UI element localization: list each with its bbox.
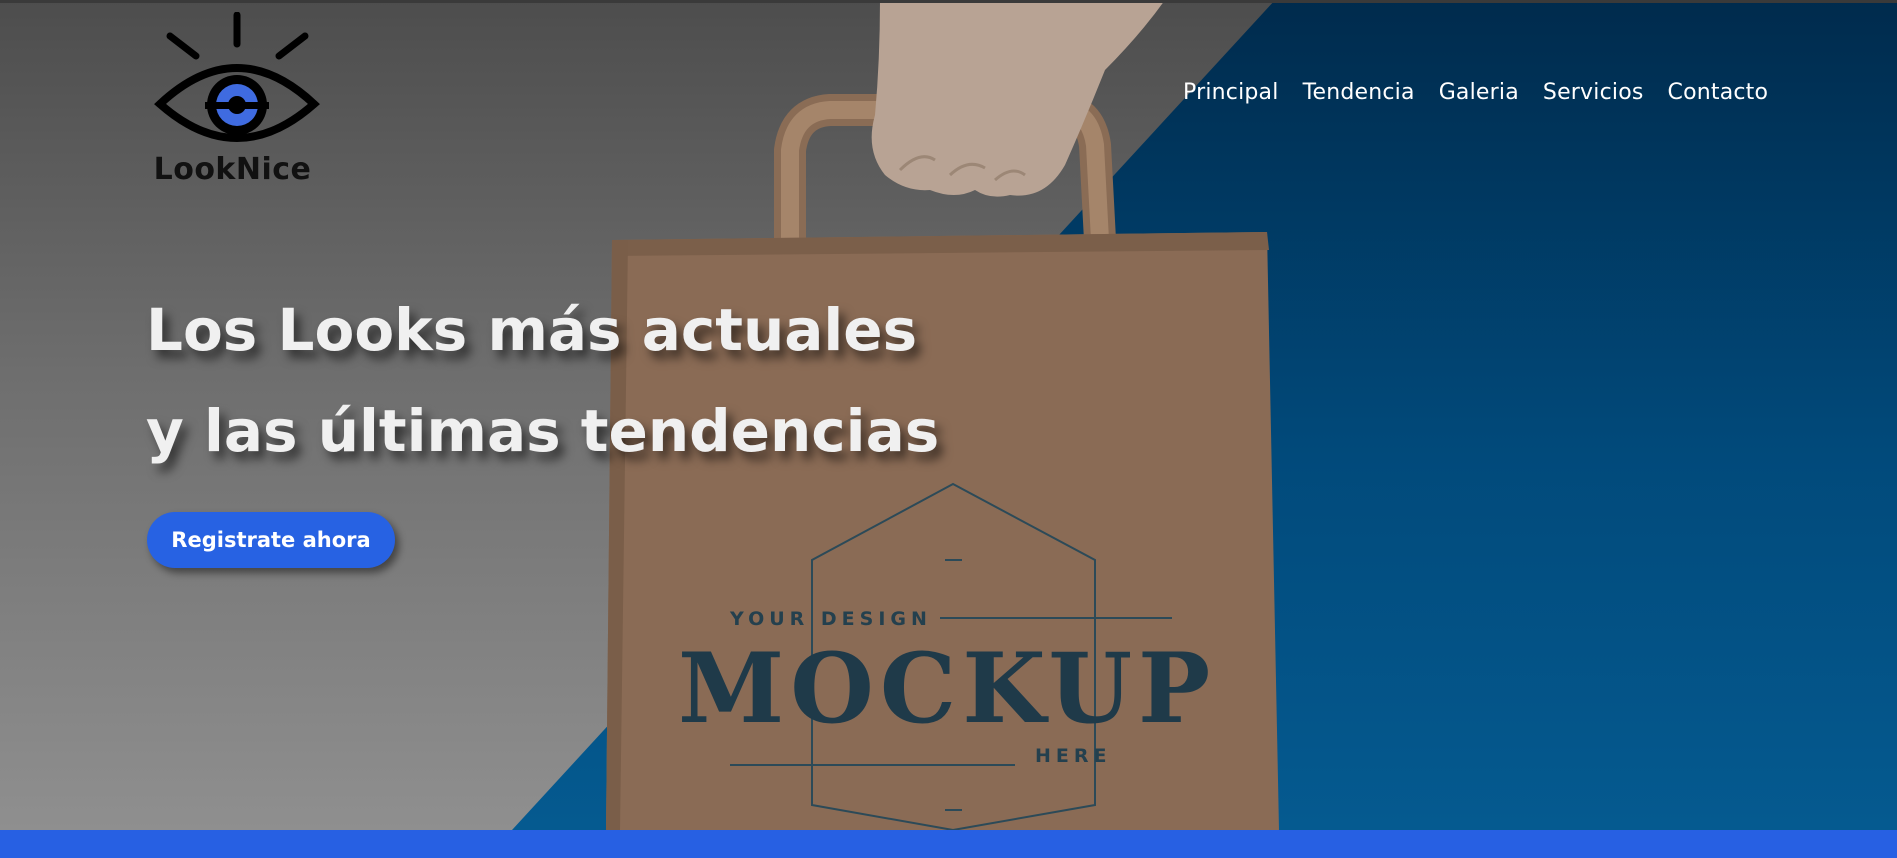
brand-name: LookNice <box>153 152 312 187</box>
hero-headline-line-1: Los Looks más actuales <box>146 296 918 364</box>
nav-item-contacto[interactable]: Contacto <box>1668 80 1769 105</box>
hero-headline: Los Looks más actuales y las últimas ten… <box>146 280 939 482</box>
bottom-bar <box>0 830 1897 858</box>
register-button[interactable]: Registrate ahora <box>147 512 395 568</box>
bag-text-main: MOCKUP <box>678 632 1216 745</box>
bag-text-bottom: HERE <box>1035 745 1112 767</box>
brand-logo[interactable]: LookNice <box>150 11 330 192</box>
hero-section: YOUR DESIGN MOCKUP HERE LookNice Princip… <box>0 0 1897 830</box>
top-border <box>0 0 1897 3</box>
nav-item-principal[interactable]: Principal <box>1183 80 1279 105</box>
nav-item-servicios[interactable]: Servicios <box>1543 80 1644 105</box>
eye-icon <box>154 11 320 142</box>
main-nav: Principal Tendencia Galeria Servicios Co… <box>1183 80 1768 105</box>
bag-text-top: YOUR DESIGN <box>729 608 932 630</box>
nav-item-galeria[interactable]: Galeria <box>1439 80 1519 105</box>
hero-headline-line-2: y las últimas tendencias <box>146 397 940 465</box>
nav-item-tendencia[interactable]: Tendencia <box>1303 80 1415 105</box>
